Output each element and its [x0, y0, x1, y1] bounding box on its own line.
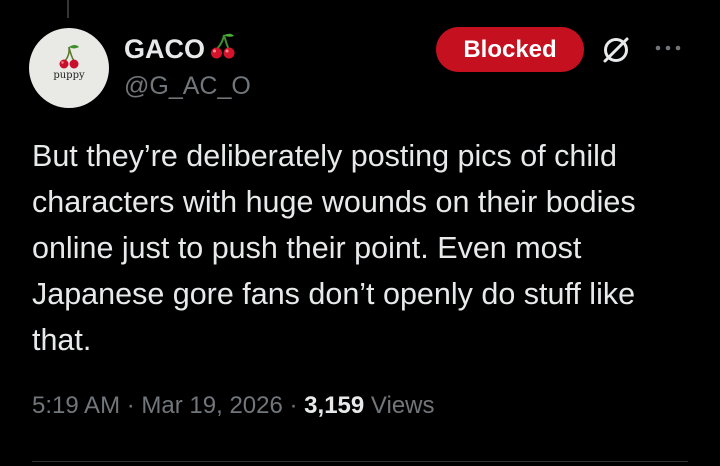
divider [32, 461, 688, 462]
tweet-metadata: 5:19 AM · Mar 19, 2026 · 3,159 Views [32, 392, 435, 420]
tweet-time[interactable]: 5:19 AM [32, 392, 120, 419]
avatar[interactable]: puppy [29, 28, 109, 108]
blocked-button[interactable]: Blocked [436, 27, 584, 72]
views-label: Views [370, 392, 435, 419]
cherry-icon [209, 32, 237, 67]
display-name-text: GACO [124, 34, 205, 64]
grok-icon[interactable] [599, 33, 633, 67]
views-count: 3,159 [304, 392, 365, 419]
display-name[interactable]: GACO [124, 32, 237, 67]
meta-separator: · [289, 392, 298, 419]
avatar-label: puppy [53, 70, 85, 81]
tweet-text: But they’re deliberately posting pics of… [32, 139, 636, 357]
user-handle[interactable]: @G_AC_O [124, 72, 251, 101]
avatar-cherry-icon [59, 45, 79, 69]
more-horizontal-icon[interactable] [650, 34, 686, 64]
tweet-date[interactable]: Mar 19, 2026 [141, 392, 282, 419]
thread-connector-line [67, 0, 69, 18]
meta-separator: · [126, 392, 135, 419]
